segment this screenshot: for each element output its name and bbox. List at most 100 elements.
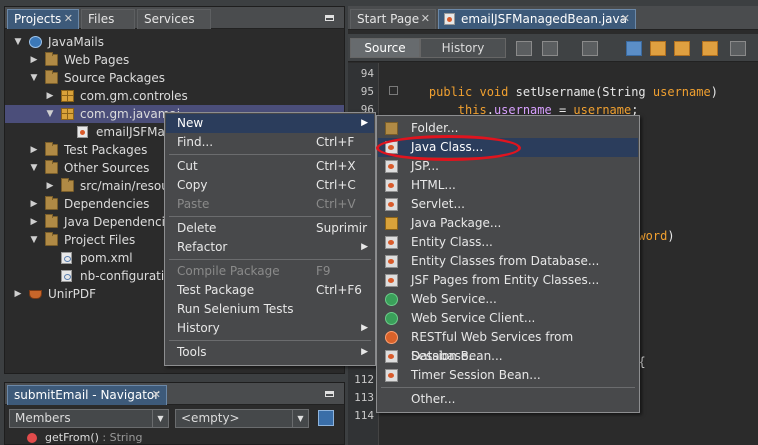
tree-node[interactable]: ▶ Web Pages (5, 51, 344, 69)
collapsed-arrow-icon[interactable]: ▶ (29, 213, 39, 231)
menu-item-compile-package[interactable]: Compile Package F9 (166, 262, 374, 281)
chevron-down-icon[interactable]: ▼ (292, 410, 308, 427)
find-previous-icon[interactable] (650, 41, 666, 56)
fold-icon[interactable] (389, 86, 398, 95)
expanded-arrow-icon[interactable]: ▼ (45, 105, 55, 123)
package-icon (61, 90, 74, 102)
jsf-pages-icon (385, 274, 398, 287)
tab-navigator[interactable]: submitEmail - Navigator ✕ (7, 385, 167, 405)
tab-projects[interactable]: Projects ✕ (7, 9, 79, 29)
submenu-item-web-service-client[interactable]: Web Service Client... (378, 309, 638, 328)
tree-node-label: Test Packages (64, 143, 148, 157)
navigator-panel: submitEmail - Navigator ✕ Members ▼ <emp… (4, 382, 345, 445)
close-icon[interactable]: ✕ (421, 10, 430, 28)
expanded-arrow-icon[interactable]: ▼ (29, 231, 39, 249)
submenu-item-restful-web-services-from-database[interactable]: RESTful Web Services from Database... (378, 328, 638, 363)
coffee-cup-icon (29, 290, 42, 299)
submenu-item-label: JSF Pages from Entity Classes... (411, 273, 600, 287)
filter-combo[interactable]: <empty> ▼ (175, 409, 309, 428)
tree-node-label: Dependencies (64, 197, 150, 211)
find-next-icon[interactable] (674, 41, 690, 56)
chevron-down-icon[interactable]: ▼ (152, 410, 168, 427)
submenu-item-web-service[interactable]: Web Service... (378, 290, 638, 309)
collapsed-arrow-icon[interactable]: ▶ (29, 195, 39, 213)
history-button[interactable]: History (420, 38, 506, 58)
collapsed-arrow-icon[interactable]: ▶ (29, 141, 39, 159)
submenu-item-timer-session-bean[interactable]: Timer Session Bean... (378, 366, 638, 385)
filter-icon[interactable] (318, 410, 334, 426)
collapsed-arrow-icon[interactable]: ▶ (29, 51, 39, 69)
collapsed-arrow-icon[interactable]: ▶ (13, 285, 23, 303)
submenu-arrow-icon: ▶ (361, 242, 368, 252)
tree-node[interactable]: ▶ com.gm.controles (5, 87, 344, 105)
last-edit-icon[interactable] (516, 41, 532, 56)
tab-files[interactable]: Files (81, 9, 135, 29)
submenu-item-html[interactable]: HTML... (378, 176, 638, 195)
menu-item-delete[interactable]: Delete Suprimir (166, 219, 374, 238)
find-icon[interactable] (626, 41, 642, 56)
submenu-item-jsf-pages-from-entity-classes[interactable]: JSF Pages from Entity Classes... (378, 271, 638, 290)
menu-item-copy[interactable]: Copy Ctrl+C (166, 176, 374, 195)
close-icon[interactable]: ✕ (152, 386, 161, 404)
submenu-item-other[interactable]: Other... (378, 390, 638, 409)
package-icon (385, 217, 398, 230)
tree-node-label: pom.xml (80, 251, 133, 265)
submenu-item-entity-class[interactable]: Entity Class... (378, 233, 638, 252)
submenu-item-label: HTML... (411, 178, 456, 192)
expanded-arrow-icon[interactable]: ▼ (29, 69, 39, 87)
database-entity-icon (385, 255, 398, 268)
menu-item-shortcut: Suprimir (316, 221, 368, 235)
menu-item-cut[interactable]: Cut Ctrl+X (166, 157, 374, 176)
toggle-rectangle-icon[interactable] (730, 41, 746, 56)
submenu-item-session-bean[interactable]: Session Bean... (378, 347, 638, 366)
menu-item-shortcut: Ctrl+F6 (316, 283, 362, 297)
menu-item-tools[interactable]: Tools ▶ (166, 343, 374, 362)
web-service-client-icon (385, 312, 398, 325)
expanded-arrow-icon[interactable]: ▼ (13, 33, 23, 51)
menu-item-shortcut: Ctrl+F (316, 135, 355, 149)
submenu-item-java-package[interactable]: Java Package... (378, 214, 638, 233)
collapsed-arrow-icon[interactable]: ▶ (45, 177, 55, 195)
menu-item-label: Refactor (177, 240, 228, 254)
menu-item-test-package[interactable]: Test Package Ctrl+F6 (166, 281, 374, 300)
submenu-item-label: Servlet... (411, 197, 465, 211)
close-icon[interactable]: ✕ (621, 10, 630, 28)
member-name: getFrom() (45, 431, 99, 444)
web-service-icon (385, 293, 398, 306)
navigator-member[interactable]: getFrom() : String (27, 431, 142, 445)
close-icon[interactable]: ✕ (64, 10, 73, 28)
minimize-icon[interactable] (325, 15, 334, 21)
members-combo[interactable]: Members ▼ (9, 409, 169, 428)
menu-item-find[interactable]: Find... Ctrl+F (166, 133, 374, 152)
menu-item-paste[interactable]: Paste Ctrl+V (166, 195, 374, 214)
tree-node[interactable]: ▼ JavaMails (5, 33, 344, 51)
forward-icon[interactable] (582, 41, 598, 56)
expanded-arrow-icon[interactable]: ▼ (29, 159, 39, 177)
code-line[interactable]: public void setUsername(String username) (400, 83, 718, 101)
toggle-highlight-icon[interactable] (702, 41, 718, 56)
menu-separator (169, 259, 371, 260)
tree-node[interactable]: ▼ Source Packages (5, 69, 344, 87)
submenu-item-folder[interactable]: Folder... (378, 119, 638, 138)
java-file-icon (77, 126, 88, 138)
menu-item-run-selenium-tests[interactable]: Run Selenium Tests (166, 300, 374, 319)
back-icon[interactable] (542, 41, 558, 56)
menu-item-new[interactable]: New ▶ (166, 114, 374, 133)
menu-item-history[interactable]: History ▶ (166, 319, 374, 338)
xml-file-icon (61, 270, 72, 282)
collapsed-arrow-icon[interactable]: ▶ (45, 87, 55, 105)
minimize-icon[interactable] (325, 391, 334, 397)
menu-item-refactor[interactable]: Refactor ▶ (166, 238, 374, 257)
menu-item-label: Paste (177, 197, 210, 211)
tab-emailjsfmanagedbean[interactable]: emailJSFManagedBean.java ✕ (438, 9, 636, 29)
tab-start-page[interactable]: Start Page ✕ (350, 9, 436, 29)
timer-bean-icon (385, 369, 398, 382)
submenu-item-servlet[interactable]: Servlet... (378, 195, 638, 214)
tab-services[interactable]: Services (137, 9, 211, 29)
submenu-item-jsp[interactable]: JSP... (378, 157, 638, 176)
menu-item-label: Copy (177, 178, 208, 192)
submenu-item-entity-classes-from-database[interactable]: Entity Classes from Database... (378, 252, 638, 271)
menu-item-shortcut: F9 (316, 264, 331, 278)
menu-item-label: Compile Package (177, 264, 280, 278)
source-button[interactable]: Source (350, 38, 420, 58)
